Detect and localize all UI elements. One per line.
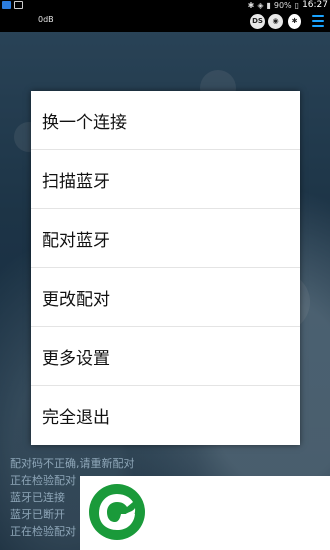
- app-bar: 0dB DS ◉ ✱: [0, 11, 330, 32]
- leaf-logo-icon: [89, 484, 145, 540]
- menu-item-change-pairing[interactable]: 更改配对: [31, 268, 300, 327]
- menu-item-more-settings[interactable]: 更多设置: [31, 327, 300, 386]
- wifi-icon: ◈: [257, 1, 264, 10]
- level-readout: 0dB: [38, 15, 54, 24]
- bluetooth-icon: ✱: [247, 1, 255, 10]
- signal-icon: ▮: [266, 1, 271, 10]
- menu-item-scan-bluetooth[interactable]: 扫描蓝牙: [31, 150, 300, 209]
- status-bar: ✱ ◈ ▮ 90% ▯ 16:27: [0, 0, 330, 11]
- battery-level: 90%: [273, 1, 292, 10]
- lock-badge-icon[interactable]: ◉: [268, 14, 283, 29]
- status-bar-left: [2, 1, 23, 9]
- ds-badge-icon[interactable]: DS: [250, 14, 265, 29]
- options-menu: 换一个连接 扫描蓝牙 配对蓝牙 更改配对 更多设置 完全退出: [31, 91, 300, 445]
- image-icon: [14, 1, 23, 9]
- logo-banner: [80, 476, 330, 550]
- bluetooth-icon[interactable]: ✱: [288, 14, 301, 29]
- app-icon: [2, 1, 11, 9]
- status-bar-right: ✱ ◈ ▮ 90% ▯ 16:27: [248, 0, 328, 11]
- menu-item-switch-connection[interactable]: 换一个连接: [31, 91, 300, 150]
- battery-icon: ▯: [294, 1, 300, 10]
- clock: 16:27: [302, 0, 328, 10]
- menu-icon[interactable]: [312, 15, 324, 27]
- menu-item-pair-bluetooth[interactable]: 配对蓝牙: [31, 209, 300, 268]
- menu-item-exit[interactable]: 完全退出: [31, 386, 300, 445]
- log-line: 配对码不正确,请重新配对: [10, 457, 135, 470]
